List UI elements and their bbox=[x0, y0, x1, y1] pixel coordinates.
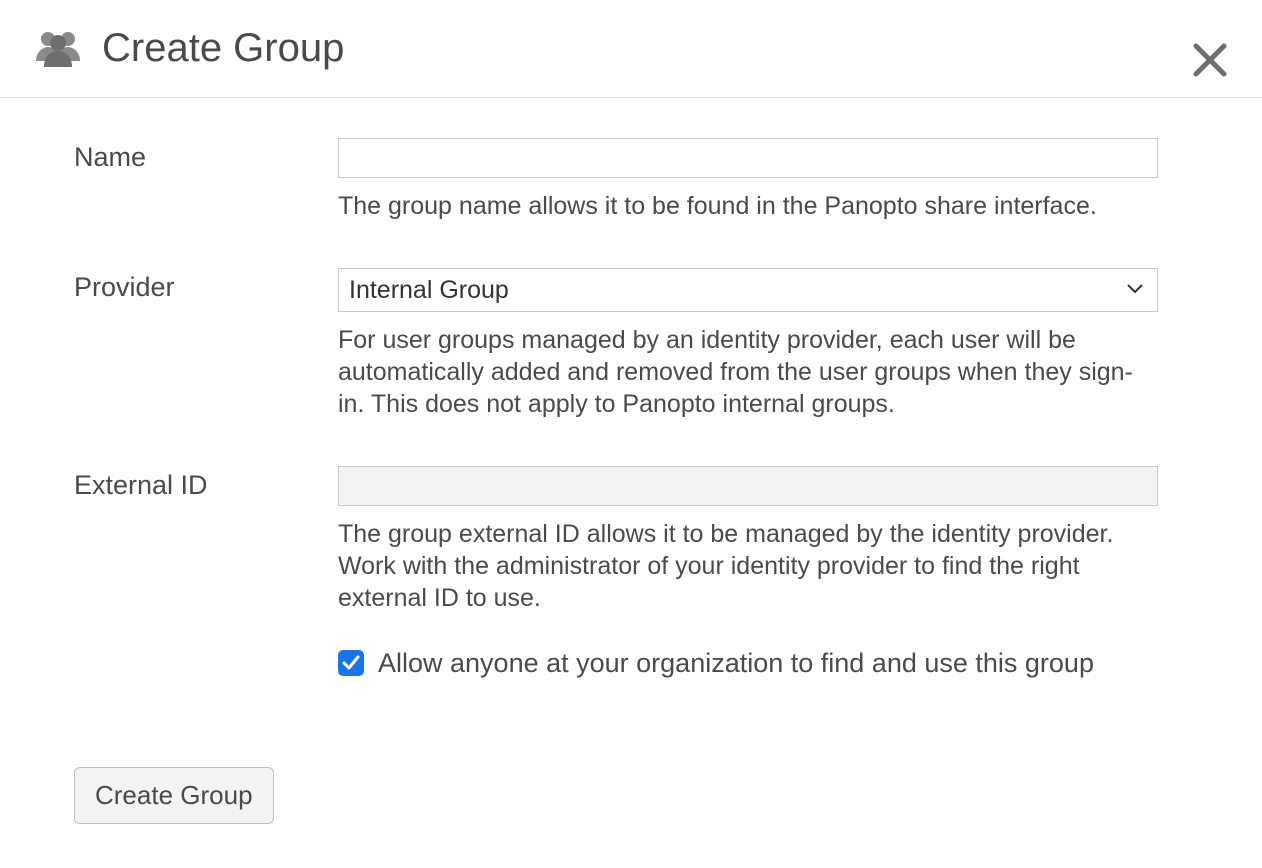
dialog-header: Create Group bbox=[0, 0, 1262, 98]
external-id-help-text: The group external ID allows it to be ma… bbox=[338, 518, 1158, 614]
allow-find-label: Allow anyone at your organization to fin… bbox=[296, 648, 1094, 678]
name-label: Name bbox=[74, 138, 338, 173]
allow-find-row: Allow anyone at your organization to fin… bbox=[296, 640, 1188, 687]
create-group-button[interactable]: Create Group bbox=[74, 767, 274, 824]
dialog-title: Create Group bbox=[102, 26, 344, 71]
external-id-label: External ID bbox=[74, 466, 338, 501]
name-help-text: The group name allows it to be found in … bbox=[338, 190, 1158, 222]
form-body: Name The group name allows it to be foun… bbox=[0, 98, 1262, 854]
provider-row: Provider Internal Group For user groups … bbox=[74, 268, 1188, 420]
external-id-row: External ID The group external ID allows… bbox=[74, 466, 1188, 614]
external-id-input[interactable] bbox=[338, 466, 1158, 506]
name-input[interactable] bbox=[338, 138, 1158, 178]
provider-select[interactable]: Internal Group bbox=[338, 268, 1158, 312]
name-row: Name The group name allows it to be foun… bbox=[74, 138, 1188, 222]
close-icon bbox=[1190, 40, 1230, 85]
allow-find-checkbox[interactable] bbox=[338, 650, 364, 676]
check-icon bbox=[342, 655, 360, 671]
allow-find-label-text: Allow anyone at your organization to fin… bbox=[378, 648, 1094, 678]
close-button[interactable] bbox=[1188, 40, 1232, 84]
provider-label: Provider bbox=[74, 268, 338, 303]
provider-help-text: For user groups managed by an identity p… bbox=[338, 324, 1158, 420]
group-icon bbox=[34, 29, 82, 69]
create-group-dialog: Create Group Name The group name allows … bbox=[0, 0, 1262, 854]
